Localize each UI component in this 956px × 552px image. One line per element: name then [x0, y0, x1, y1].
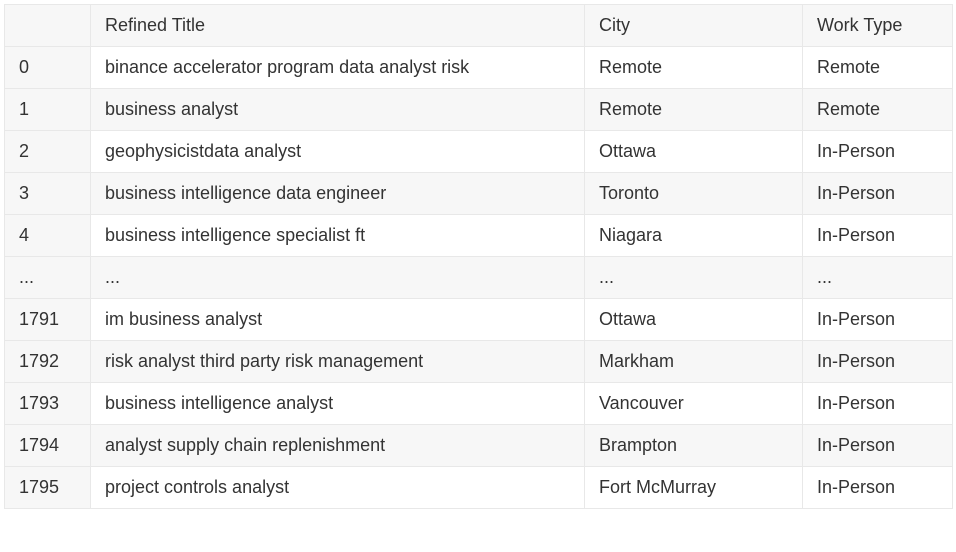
cell-index: 3 — [5, 173, 91, 215]
table-header-row: Refined Title City Work Type — [5, 5, 953, 47]
cell-title: ... — [91, 257, 585, 299]
table-row: 0 binance accelerator program data analy… — [5, 47, 953, 89]
col-header-index — [5, 5, 91, 47]
cell-index: 4 — [5, 215, 91, 257]
cell-work-type: In-Person — [803, 425, 953, 467]
cell-title: business intelligence specialist ft — [91, 215, 585, 257]
cell-city: Ottawa — [585, 131, 803, 173]
cell-city: Brampton — [585, 425, 803, 467]
cell-work-type: In-Person — [803, 131, 953, 173]
table-row: 3 business intelligence data engineer To… — [5, 173, 953, 215]
cell-title: im business analyst — [91, 299, 585, 341]
cell-city: Ottawa — [585, 299, 803, 341]
cell-work-type: ... — [803, 257, 953, 299]
cell-work-type: In-Person — [803, 467, 953, 509]
cell-city: Toronto — [585, 173, 803, 215]
cell-work-type: In-Person — [803, 383, 953, 425]
cell-title: business intelligence data engineer — [91, 173, 585, 215]
cell-index: 1 — [5, 89, 91, 131]
cell-title: business intelligence analyst — [91, 383, 585, 425]
table-row: 1794 analyst supply chain replenishment … — [5, 425, 953, 467]
cell-city: Niagara — [585, 215, 803, 257]
table-row: 2 geophysicistdata analyst Ottawa In-Per… — [5, 131, 953, 173]
cell-index: 2 — [5, 131, 91, 173]
cell-city: Remote — [585, 89, 803, 131]
cell-work-type: Remote — [803, 47, 953, 89]
table-row: 1792 risk analyst third party risk manag… — [5, 341, 953, 383]
cell-index: 1791 — [5, 299, 91, 341]
table-row: 4 business intelligence specialist ft Ni… — [5, 215, 953, 257]
cell-city: Vancouver — [585, 383, 803, 425]
cell-city: Remote — [585, 47, 803, 89]
cell-work-type: In-Person — [803, 173, 953, 215]
col-header-city: City — [585, 5, 803, 47]
cell-index: 1792 — [5, 341, 91, 383]
cell-title: binance accelerator program data analyst… — [91, 47, 585, 89]
cell-title: project controls analyst — [91, 467, 585, 509]
cell-work-type: Remote — [803, 89, 953, 131]
cell-title: risk analyst third party risk management — [91, 341, 585, 383]
table-row: 1793 business intelligence analyst Vanco… — [5, 383, 953, 425]
cell-city: Fort McMurray — [585, 467, 803, 509]
cell-work-type: In-Person — [803, 215, 953, 257]
cell-index: 1793 — [5, 383, 91, 425]
table-row-ellipsis: ... ... ... ... — [5, 257, 953, 299]
col-header-work-type: Work Type — [803, 5, 953, 47]
cell-city: ... — [585, 257, 803, 299]
table-row: 1795 project controls analyst Fort McMur… — [5, 467, 953, 509]
data-table: Refined Title City Work Type 0 binance a… — [4, 4, 953, 509]
cell-index: 0 — [5, 47, 91, 89]
col-header-title: Refined Title — [91, 5, 585, 47]
table-row: 1 business analyst Remote Remote — [5, 89, 953, 131]
cell-title: analyst supply chain replenishment — [91, 425, 585, 467]
cell-title: business analyst — [91, 89, 585, 131]
cell-index: ... — [5, 257, 91, 299]
cell-work-type: In-Person — [803, 341, 953, 383]
cell-city: Markham — [585, 341, 803, 383]
cell-title: geophysicistdata analyst — [91, 131, 585, 173]
cell-index: 1795 — [5, 467, 91, 509]
cell-index: 1794 — [5, 425, 91, 467]
table-row: 1791 im business analyst Ottawa In-Perso… — [5, 299, 953, 341]
cell-work-type: In-Person — [803, 299, 953, 341]
